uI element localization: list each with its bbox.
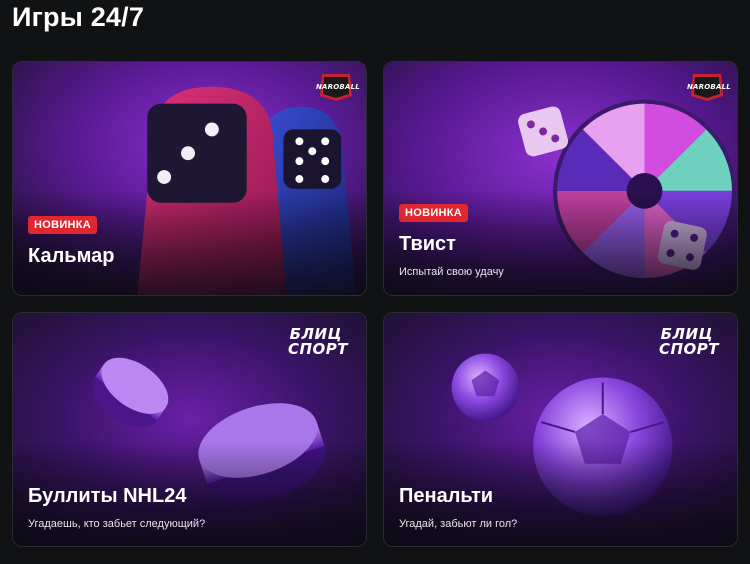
game-art-wheel <box>384 62 737 295</box>
game-subtitle: Испытай свою удачу <box>399 266 504 278</box>
game-card-twist[interactable]: NAROBALL НОВИНКА Твист Испытай свою удач… <box>383 61 738 296</box>
games-grid: NAROBALL НОВИНКА Кальмар NAROBALL НОВИНК… <box>12 61 738 549</box>
blitz-sport-logo: БЛИЦ СПОРТ <box>287 325 348 358</box>
game-card-kalmar[interactable]: NAROBALL НОВИНКА Кальмар <box>12 61 367 296</box>
game-card-penalty[interactable]: БЛИЦ СПОРТ Пенальти Угадай, забьют ли го… <box>383 312 738 547</box>
game-card-bullity[interactable]: БЛИЦ СПОРТ Буллиты NHL24 Угадаешь, кто з… <box>12 312 367 547</box>
blitz-sport-logo: БЛИЦ СПОРТ <box>658 325 719 358</box>
page-title: Игры 24/7 <box>12 2 145 32</box>
game-subtitle: Угадаешь, кто забьет следующий? <box>28 518 206 530</box>
game-title: Кальмар <box>28 245 115 267</box>
new-badge: НОВИНКА <box>399 204 469 222</box>
naroball-logo: NAROBALL <box>687 72 731 102</box>
new-badge: НОВИНКА <box>28 216 98 234</box>
game-subtitle: Угадай, забьют ли гол? <box>399 518 518 530</box>
game-title: Буллиты NHL24 <box>28 485 187 507</box>
game-title: Твист <box>399 233 456 255</box>
naroball-logo: NAROBALL <box>316 72 360 102</box>
game-title: Пенальти <box>399 485 494 507</box>
